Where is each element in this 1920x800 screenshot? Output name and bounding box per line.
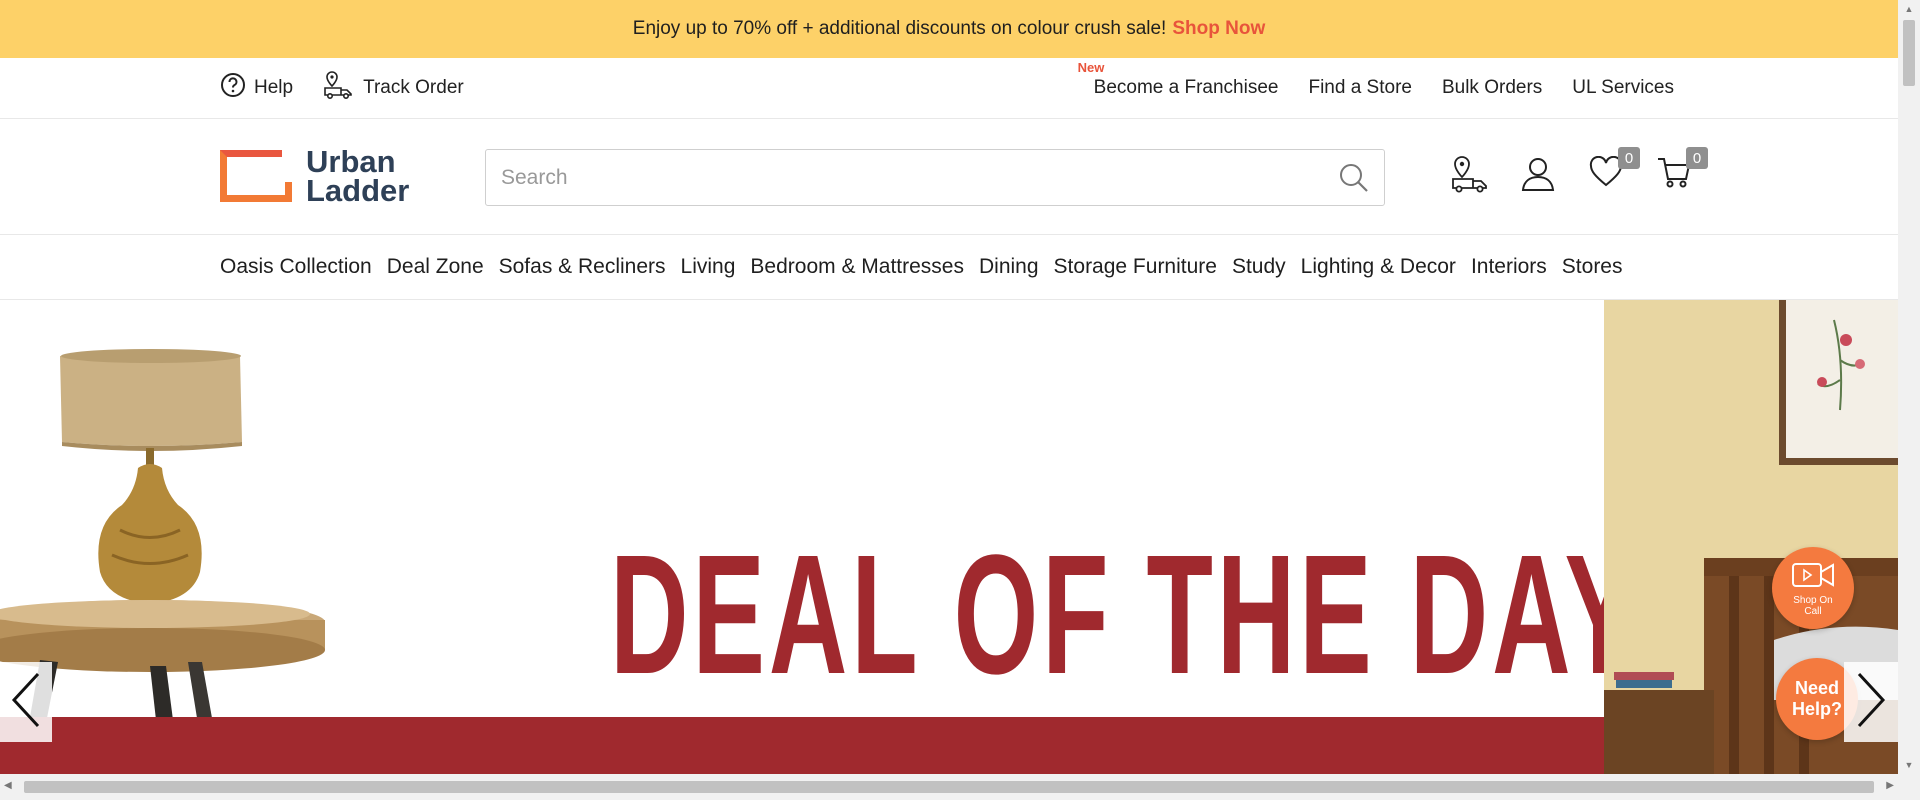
nav-item-dining[interactable]: Dining <box>979 255 1039 279</box>
logo-text: Urban Ladder <box>306 144 410 208</box>
logo-mark-icon <box>220 150 292 202</box>
vertical-scrollbar[interactable]: ▲ ▼ <box>1898 0 1920 774</box>
scroll-up-arrow-icon[interactable]: ▲ <box>1898 0 1920 18</box>
hero-carousel[interactable]: DEAL OF THE DAY Shop On Call Need Help? <box>0 300 1898 774</box>
chevron-left-icon <box>10 672 42 733</box>
video-camera-icon <box>1791 560 1835 593</box>
nav-item-study[interactable]: Study <box>1232 255 1286 279</box>
search-input[interactable] <box>486 150 1306 205</box>
help-circle-icon <box>220 72 246 104</box>
promo-banner: Enjoy up to 70% off + additional discoun… <box>0 0 1898 58</box>
track-order-link[interactable]: Track Order <box>323 70 464 106</box>
nav-item-oasis-collection[interactable]: Oasis Collection <box>220 255 372 279</box>
franchise-label: Become a Franchisee <box>1093 77 1279 98</box>
promo-text: Enjoy up to 70% off + additional discoun… <box>632 18 1167 39</box>
track-order-label: Track Order <box>363 77 464 98</box>
shop-on-call-button[interactable]: Shop On Call <box>1772 547 1854 629</box>
nav-item-stores[interactable]: Stores <box>1562 255 1623 279</box>
help-link[interactable]: Help <box>220 72 293 104</box>
ul-services-link[interactable]: UL Services <box>1572 77 1674 99</box>
urban-ladder-logo[interactable]: Urban Ladder <box>220 144 410 208</box>
cart-button[interactable]: 0 <box>1654 147 1708 199</box>
bulk-orders-link[interactable]: Bulk Orders <box>1442 77 1542 99</box>
nav-item-deal-zone[interactable]: Deal Zone <box>387 255 484 279</box>
wishlist-count-badge: 0 <box>1618 147 1640 169</box>
store-locator-icon[interactable] <box>1450 149 1490 199</box>
scrollbar-corner <box>1898 774 1920 800</box>
nav-item-interiors[interactable]: Interiors <box>1471 255 1547 279</box>
nav-item-bedroom-mattresses[interactable]: Bedroom & Mattresses <box>750 255 964 279</box>
main-header: Urban Ladder 0 0 <box>0 119 1898 235</box>
help-label: Help <box>254 77 294 98</box>
shop-on-call-label: Shop On Call <box>1793 594 1833 617</box>
carousel-prev-button[interactable] <box>0 662 52 742</box>
logo-line-1: Urban <box>306 144 396 179</box>
need-help-line-2: Help? <box>1791 699 1842 719</box>
search-icon[interactable] <box>1338 162 1370 199</box>
category-nav: Oasis Collection Deal Zone Sofas & Recli… <box>0 235 1898 300</box>
shop-now-link[interactable]: Shop Now <box>1172 18 1265 40</box>
logo-line-2: Ladder <box>306 173 410 208</box>
horizontal-scrollbar[interactable]: ◀ ▶ <box>0 774 1898 800</box>
utility-bar: Help Track Order New Become a Franchisee… <box>0 58 1898 119</box>
need-help-line-1: Need <box>1794 678 1839 698</box>
search-box <box>485 149 1385 206</box>
delivery-truck-icon <box>323 70 355 106</box>
nav-item-storage-furniture[interactable]: Storage Furniture <box>1054 255 1217 279</box>
scroll-right-arrow-icon[interactable]: ▶ <box>1886 780 1894 791</box>
scroll-down-arrow-icon[interactable]: ▼ <box>1898 756 1920 774</box>
chevron-right-icon <box>1855 672 1887 733</box>
become-franchisee-link[interactable]: New Become a Franchisee <box>1078 60 1279 99</box>
cart-count-badge: 0 <box>1686 147 1708 169</box>
nav-item-sofas-recliners[interactable]: Sofas & Recliners <box>499 255 666 279</box>
carousel-next-button[interactable] <box>1844 662 1898 742</box>
vertical-scroll-thumb[interactable] <box>1903 20 1915 86</box>
nav-item-living[interactable]: Living <box>681 255 736 279</box>
hero-red-band <box>0 717 1604 774</box>
find-store-link[interactable]: Find a Store <box>1308 77 1412 99</box>
new-badge: New <box>1077 60 1105 75</box>
nav-item-lighting-decor[interactable]: Lighting & Decor <box>1301 255 1456 279</box>
wishlist-button[interactable]: 0 <box>1586 147 1640 199</box>
scroll-left-arrow-icon[interactable]: ◀ <box>4 780 12 791</box>
deal-of-the-day-headline: DEAL OF THE DAY <box>610 520 1641 710</box>
horizontal-scroll-thumb[interactable] <box>24 781 1874 793</box>
user-account-icon[interactable] <box>1518 149 1558 199</box>
